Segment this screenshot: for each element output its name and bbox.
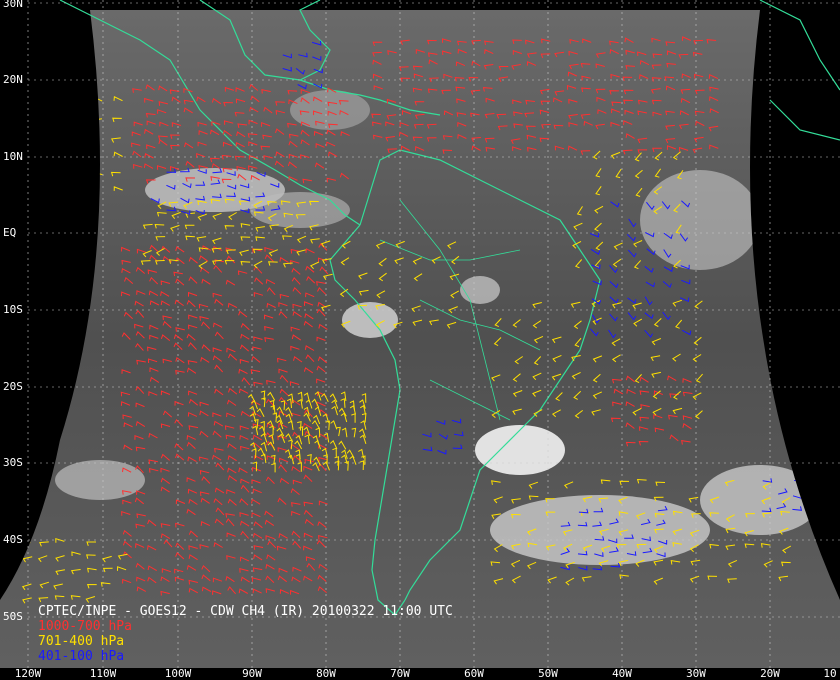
lat-label-10n: 10N [3,150,23,163]
lon-label-70w: 70W [390,667,410,680]
legend-1000-700-hpa: 1000-700 hPa [38,619,132,634]
wind-barb [31,154,41,159]
lat-label-eq: EQ [3,226,17,239]
lat-label-10s: 10S [3,303,23,316]
lat-label-30s: 30S [3,456,23,469]
wind-barb [72,95,83,102]
cloud-east-atlantic [640,170,760,270]
lon-label-100w: 100W [164,667,192,680]
wind-barb [72,154,82,160]
wind-barb [73,188,83,194]
cloud-brazil [460,276,500,304]
lat-label-20n: 20N [3,73,23,86]
wind-barb [50,101,61,107]
wind-barb [50,118,61,125]
caption-title: CPTEC/INPE - GOES12 - CDW CH4 (IR) 20100… [38,604,453,619]
wind-barb [52,172,63,178]
lon-label-30w: 30W [686,667,706,680]
cloud-east-south [700,465,820,535]
coastline-africa [759,0,840,141]
wind-barb [71,137,81,143]
wind-barb [51,189,61,195]
lon-label-120w: 120W [14,667,42,680]
wind-barb [72,117,82,123]
lon-label-60w: 60W [464,667,484,680]
map-canvas [0,0,840,668]
legend-701-400-hpa: 701-400 hPa [38,634,125,649]
legend-401-100-hpa: 401-100 hPa [38,649,125,664]
lon-label-80w: 80W [316,667,336,680]
lon-label-10w: 10 [823,667,837,680]
cloud-andes [342,302,398,338]
lat-label-40s: 40S [3,533,23,546]
wind-barb [71,169,81,174]
wind-barb [33,135,43,140]
lat-label-20s: 20S [3,380,23,393]
wind-barb [31,114,42,120]
wind-barb [794,477,804,482]
cloud-south-atlantic-front [475,425,565,475]
lat-label-50s: 50S [3,610,23,623]
wind-barb [51,153,62,159]
wind-barb [809,493,820,499]
lat-label-30n: 30N [3,0,23,10]
lon-label-50w: 50W [538,667,558,680]
satellite-wind-map: 30N 20N 10N EQ 10S 20S 30S 40S 50S 120W … [0,0,840,680]
lon-label-20w: 20W [760,667,780,680]
wind-barb [809,476,819,483]
lon-label-110w: 110W [89,667,117,680]
caption-block: CPTEC/INPE - GOES12 - CDW CH4 (IR) 20100… [38,604,453,664]
cloud-west-south [55,460,145,500]
lon-label-40w: 40W [612,667,632,680]
cloud-itcz-center [250,192,350,228]
lon-label-90w: 90W [242,667,262,680]
wind-barb [810,507,821,512]
